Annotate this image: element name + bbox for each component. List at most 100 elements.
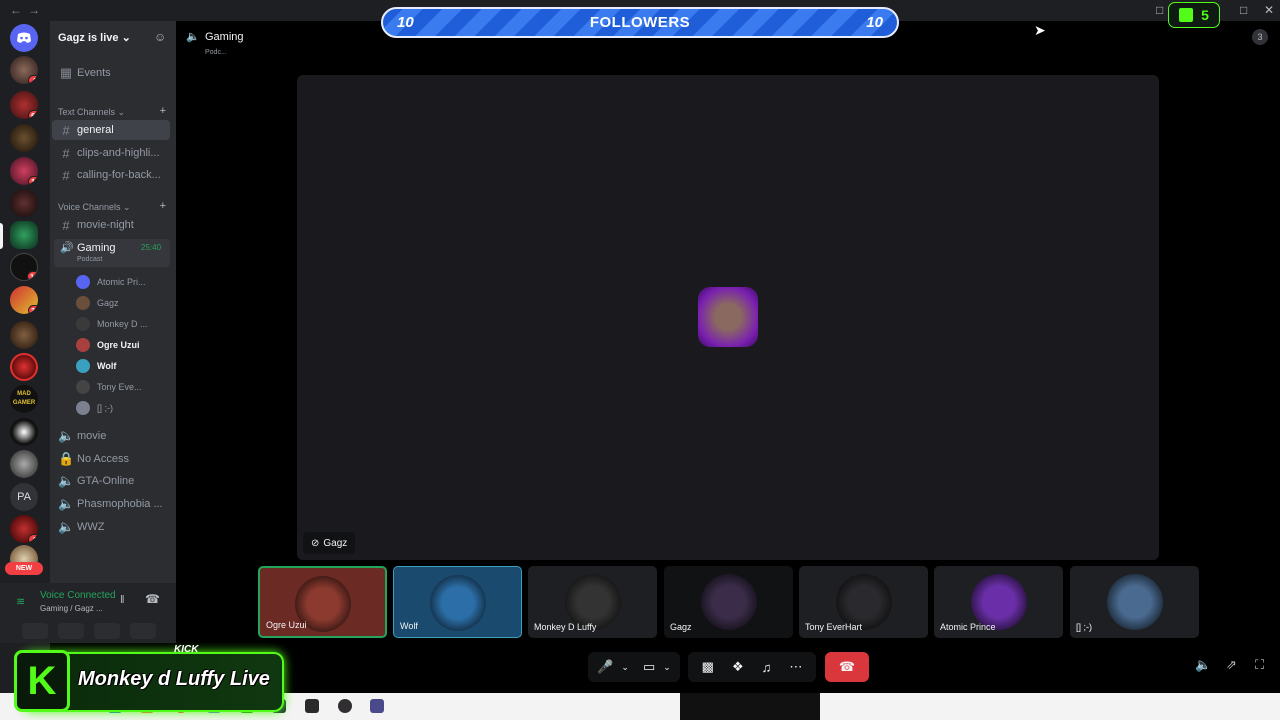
fullscreen-icon[interactable]: ⛶	[1255, 657, 1264, 673]
close-window-icon[interactable]: ✕	[1264, 3, 1274, 17]
channel-item-movie-night[interactable]: # movie-night	[52, 215, 170, 235]
unread-badge: 2	[28, 534, 38, 543]
speaker-avatar	[698, 287, 758, 347]
add-channel-icon[interactable]: +	[160, 105, 166, 117]
epic-games-icon[interactable]	[305, 699, 319, 713]
screen-share-button[interactable]: ▩	[702, 659, 714, 675]
channel-item-general[interactable]: # general	[52, 120, 170, 140]
avatar	[700, 574, 757, 630]
speaker-icon: 🔊	[60, 242, 74, 254]
participant-tile[interactable]: Ogre Uzui	[258, 566, 387, 638]
focused-stream-stage[interactable]: ⊘ Gagz	[297, 75, 1159, 560]
participant-name: [] ;-)	[1076, 622, 1092, 632]
channel-label: general	[77, 124, 114, 136]
speaker-name: Gagz	[323, 537, 348, 549]
participant-tile[interactable]: Tony EverHart	[799, 566, 928, 638]
voice-status-label[interactable]: Voice Connected	[40, 590, 116, 601]
channel-item-movie[interactable]: 🔈 movie	[52, 426, 170, 446]
server-icon[interactable]: 14	[10, 253, 38, 281]
mouse-cursor-icon: ➤	[1034, 22, 1046, 38]
back-arrow-icon[interactable]: ←	[10, 3, 22, 17]
call-channel-topic[interactable]: Podc...	[205, 49, 227, 56]
camera-off-button[interactable]: ▭	[643, 659, 655, 675]
participant-tile[interactable]: Gagz	[664, 566, 793, 638]
channel-label: calling-for-back...	[77, 169, 161, 181]
add-channel-icon[interactable]: +	[160, 200, 166, 212]
events-item[interactable]: ▦ Events	[52, 63, 170, 83]
chevron-down-icon[interactable]: ⌄	[621, 662, 629, 673]
signal-icon[interactable]: ≋	[16, 595, 25, 608]
goal-target: 10	[866, 14, 883, 31]
server-name-header[interactable]: Gagz is live ⌄	[58, 31, 131, 44]
participant-tile[interactable]: Monkey D Luffy	[528, 566, 657, 638]
server-icon[interactable]: MAD GAMER	[10, 385, 38, 413]
microphone-button[interactable]: 🎤	[597, 659, 613, 675]
server-icon[interactable]	[10, 353, 38, 381]
server-icon[interactable]: 1	[10, 56, 38, 84]
category-text-channels[interactable]: Text Channels ⌄	[58, 107, 125, 118]
participant-tile[interactable]: Wolf	[393, 566, 522, 638]
avatar	[76, 359, 90, 373]
channel-item-gta[interactable]: 🔈 GTA-Online	[52, 471, 170, 491]
server-icon[interactable]: 2	[10, 515, 38, 543]
server-icon[interactable]	[10, 124, 38, 152]
server-icon[interactable]: 19	[10, 157, 38, 185]
participant-name: Monkey D Luffy	[534, 622, 597, 632]
activities-button[interactable]: ❖	[732, 659, 744, 675]
soundboard-button[interactable]: ♫	[762, 660, 772, 675]
discord-home-icon[interactable]	[10, 24, 38, 52]
active-voice-channel[interactable]: 🔊 Gaming 25:40 Podcast	[54, 239, 170, 267]
server-icon[interactable]	[10, 450, 38, 478]
participant-name: Tony EverHart	[805, 622, 863, 632]
leave-call-button[interactable]: ☎	[825, 652, 869, 682]
inbox-icon[interactable]: □	[1156, 3, 1163, 17]
channel-label: movie-night	[77, 219, 134, 231]
add-friend-icon[interactable]: ☺	[154, 30, 166, 44]
participant-tile[interactable]: [] ;-)	[1070, 566, 1199, 638]
server-icon-active[interactable]	[10, 221, 38, 249]
channel-item-phasmophobia[interactable]: 🔈 Phasmophobia ...	[52, 494, 170, 514]
channel-item-clips[interactable]: # clips-and-highli...	[52, 143, 170, 163]
inbox-count-icon[interactable]: 3	[1252, 29, 1268, 45]
mic-camera-controls: 🎤 ⌄ ▭ ⌄	[588, 652, 680, 682]
voice-member-item[interactable]: Ogre Uzui	[76, 335, 172, 355]
server-icon[interactable]	[10, 189, 38, 217]
server-icon[interactable]: 36	[10, 286, 38, 314]
unread-badge: 19	[28, 176, 38, 185]
channel-label: No Access	[77, 453, 129, 465]
server-icon[interactable]	[10, 321, 38, 349]
app-icon[interactable]	[370, 699, 384, 713]
channel-label: movie	[77, 430, 107, 442]
more-options-button[interactable]: ⋯	[789, 659, 802, 675]
disconnect-icon[interactable]: ☎	[145, 592, 160, 606]
category-voice-channels[interactable]: Voice Channels ⌄	[58, 202, 131, 213]
channel-item-no-access[interactable]: 🔒 No Access	[52, 449, 170, 469]
voice-member-item[interactable]: Wolf	[76, 356, 172, 376]
selected-server-pill	[0, 223, 3, 249]
server-icon[interactable]	[10, 418, 38, 446]
speaker-icon: 🔈	[58, 473, 75, 488]
chevron-down-icon[interactable]: ⌄	[663, 662, 671, 673]
participant-tile[interactable]: Atomic Prince	[934, 566, 1063, 638]
maximize-icon[interactable]: □	[1240, 3, 1247, 17]
goal-label: FOLLOWERS	[589, 14, 691, 31]
voice-member-name: Ogre Uzui	[97, 340, 140, 350]
popout-icon[interactable]: ⇗	[1226, 657, 1237, 673]
voice-member-item[interactable]: Gagz	[76, 293, 172, 313]
channel-item-calling[interactable]: # calling-for-back...	[52, 165, 170, 185]
participant-nameplate: Tony EverHart	[805, 622, 862, 632]
obs-icon[interactable]	[338, 699, 352, 713]
server-icon[interactable]: 61	[10, 91, 38, 119]
noise-suppression-icon[interactable]: ‖	[120, 594, 125, 606]
channel-item-wwz[interactable]: 🔈 WWZ	[52, 517, 170, 537]
voice-member-item[interactable]: Monkey D ...	[76, 314, 172, 334]
forward-arrow-icon[interactable]: →	[28, 3, 40, 17]
server-name: Gagz is live	[58, 32, 119, 44]
new-badge: NEW	[5, 562, 43, 575]
speaker-icon: 🔈	[186, 31, 200, 43]
voice-member-item[interactable]: [] ;-)	[76, 398, 172, 418]
volume-icon[interactable]: 🔈	[1195, 657, 1211, 673]
server-icon-text[interactable]: PA	[10, 483, 38, 511]
voice-member-item[interactable]: Tony Eve...	[76, 377, 172, 397]
voice-member-item[interactable]: Atomic Pri...	[76, 272, 172, 292]
